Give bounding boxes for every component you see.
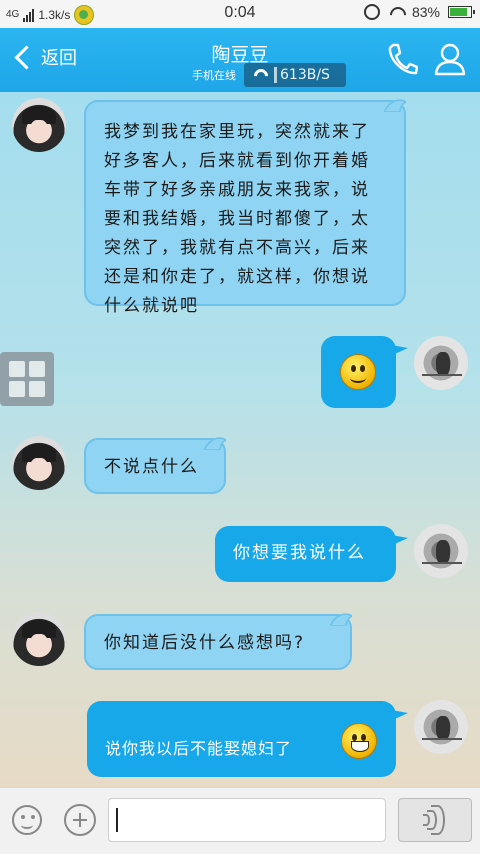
- message-bubble[interactable]: 不说点什么: [84, 437, 226, 494]
- voice-wave-icon: [431, 805, 445, 835]
- battery-icon: [448, 6, 475, 18]
- message-input[interactable]: [108, 798, 386, 842]
- emoji-icon[interactable]: [12, 805, 42, 835]
- bubble-tail: [386, 344, 408, 358]
- message-bubble[interactable]: [321, 336, 408, 408]
- plus-icon[interactable]: [64, 804, 96, 836]
- message-bubble[interactable]: 你想要我说什么: [215, 526, 408, 582]
- my-avatar[interactable]: [414, 336, 468, 390]
- net-speed: 613B/S: [280, 67, 330, 83]
- bubble-tail: [384, 99, 406, 112]
- alarm-icon: [363, 4, 380, 20]
- contact-avatar[interactable]: [12, 612, 66, 666]
- message-text: 不说点什么: [104, 457, 199, 477]
- grin-emoji-icon: [341, 723, 377, 759]
- my-avatar[interactable]: [414, 524, 468, 578]
- message-text: 你想要我说什么: [233, 543, 366, 563]
- contact-avatar[interactable]: [12, 98, 66, 152]
- contact-avatar[interactable]: [12, 436, 66, 490]
- message-text: 你知道后没什么感想吗?: [104, 633, 306, 653]
- voice-button[interactable]: [398, 798, 472, 842]
- text-caret: [116, 808, 118, 832]
- bubble-tail: [330, 613, 352, 626]
- input-bar: [0, 787, 480, 854]
- message-bubble[interactable]: 说你我以后不能娶媳妇了: [87, 701, 408, 777]
- wifi-icon: [252, 67, 270, 81]
- chat-header: 返回 陶豆豆 手机在线 613B/S: [0, 28, 480, 92]
- status-right: 83%: [363, 4, 475, 20]
- bubble-tail: [386, 709, 408, 723]
- net-speed-overlay: 613B/S: [244, 63, 346, 87]
- message-bubble[interactable]: 你知道后没什么感想吗?: [84, 613, 352, 670]
- status-bar: 4G 1.3k/s 0:04 83%: [0, 0, 480, 28]
- bubble-tail: [204, 437, 226, 450]
- battery-percent: 83%: [411, 4, 440, 20]
- wifi-icon: [388, 5, 404, 19]
- bubble-tail: [386, 534, 408, 548]
- my-avatar[interactable]: [414, 700, 468, 754]
- floating-menu-button[interactable]: [0, 352, 54, 406]
- online-status: 手机在线: [192, 69, 236, 82]
- person-icon[interactable]: [434, 42, 466, 76]
- message-text: 我梦到我在家里玩，突然就来了好多客人，后来就看到你开着婚车带了好多亲戚朋友来我家…: [104, 122, 370, 316]
- phone-icon[interactable]: [386, 42, 418, 76]
- message-bubble[interactable]: 我梦到我在家里玩，突然就来了好多客人，后来就看到你开着婚车带了好多亲戚朋友来我家…: [84, 99, 406, 316]
- smile-emoji-icon: [340, 354, 376, 390]
